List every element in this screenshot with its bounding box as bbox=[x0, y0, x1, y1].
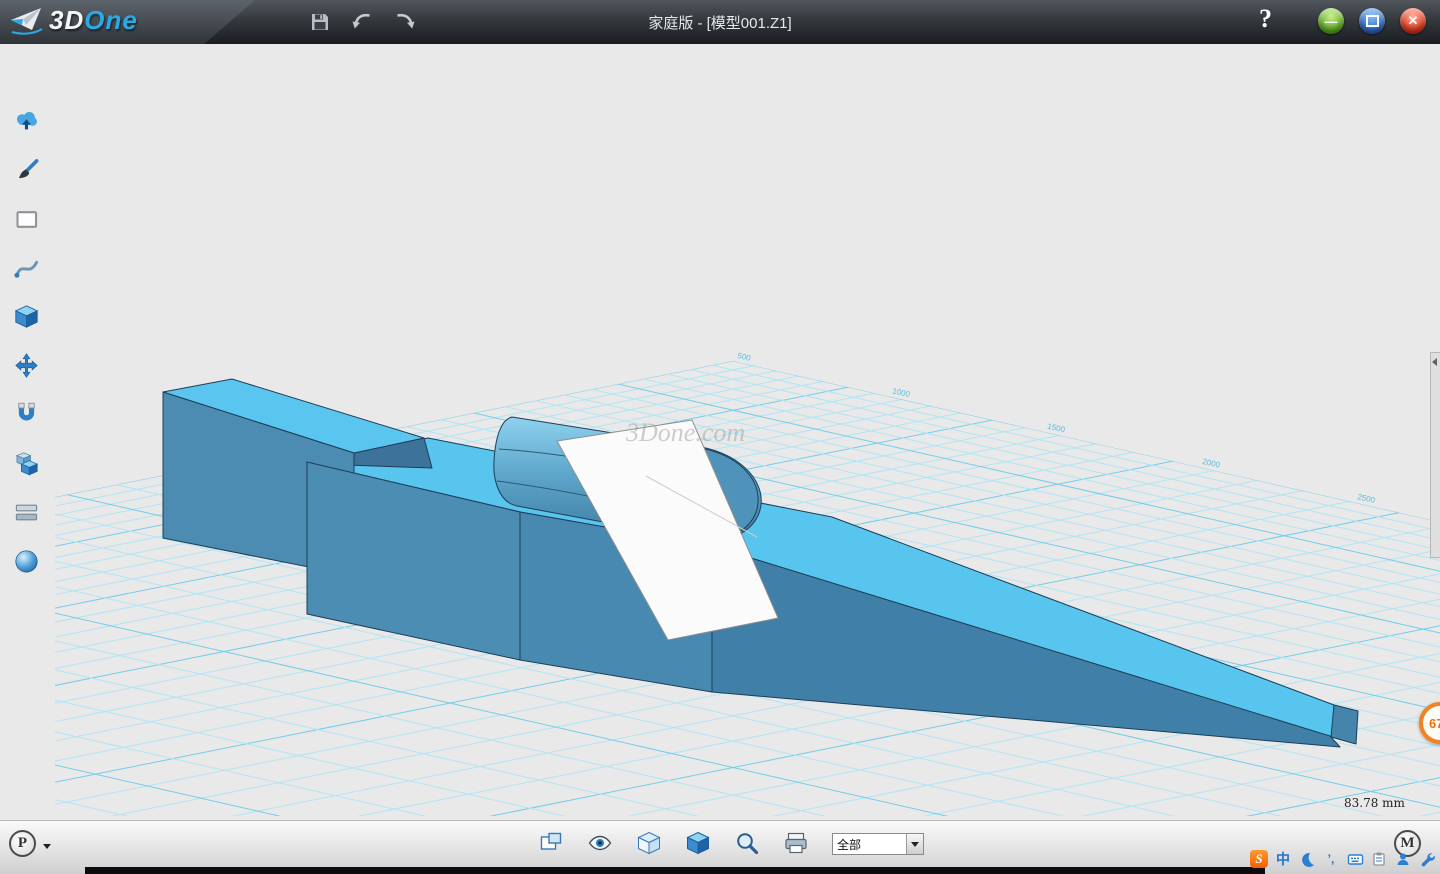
solid-cube-icon bbox=[13, 303, 40, 330]
clipboard-icon[interactable] bbox=[1370, 850, 1388, 868]
grid-scale-label: 500 bbox=[737, 351, 753, 363]
dimension-label: 83.78 mm bbox=[1344, 796, 1405, 810]
bow-cap-face[interactable] bbox=[1331, 705, 1358, 744]
sketch-button[interactable] bbox=[13, 206, 40, 233]
display-filter-select[interactable]: 全部 bbox=[832, 833, 924, 855]
save-button[interactable] bbox=[305, 8, 335, 36]
boat-model[interactable] bbox=[163, 379, 1358, 747]
app-logo: 3DOne bbox=[10, 5, 138, 36]
magnifier-icon bbox=[734, 830, 760, 856]
grid-scale-label: 1500 bbox=[1047, 422, 1067, 435]
paint-brush-icon bbox=[13, 157, 40, 184]
combine-cubes-icon bbox=[13, 450, 40, 477]
move-arrows-icon bbox=[13, 352, 40, 379]
half-moon-icon[interactable] bbox=[1298, 850, 1316, 868]
left-toolbar bbox=[0, 44, 52, 820]
chevron-down-icon bbox=[911, 842, 919, 847]
grid-scale-label: 2500 bbox=[1357, 492, 1377, 505]
zoom-button[interactable] bbox=[734, 830, 760, 856]
sketch-rectangle-icon bbox=[13, 206, 40, 233]
bottom-toolbar: P bbox=[0, 820, 1440, 874]
cloud-model-icon bbox=[13, 108, 40, 135]
edit-curve-button[interactable] bbox=[13, 255, 40, 282]
magnet-snap-button[interactable] bbox=[13, 401, 40, 428]
wireframe-cube-icon bbox=[636, 830, 662, 856]
display-filter-dropdown-button[interactable] bbox=[906, 834, 923, 854]
chevron-left-icon bbox=[1432, 358, 1437, 366]
close-button[interactable]: ✕ bbox=[1400, 8, 1426, 34]
magnet-icon bbox=[13, 401, 40, 428]
section-measure-icon bbox=[13, 499, 40, 526]
brand-text: 3DOne bbox=[49, 5, 138, 36]
taskbar-strip[interactable] bbox=[85, 867, 1265, 874]
viewport-canvas[interactable]: 500 1000 1500 2000 2500 bbox=[0, 0, 1440, 874]
punctuation-icon[interactable]: ’, bbox=[1322, 850, 1340, 868]
help-button[interactable]: ? bbox=[1259, 4, 1272, 34]
shaded-cube-icon bbox=[685, 830, 711, 856]
save-icon bbox=[308, 10, 332, 34]
part-navigator-button[interactable]: P bbox=[9, 830, 36, 857]
maximize-button[interactable] bbox=[1359, 8, 1385, 34]
section-measure-button[interactable] bbox=[13, 499, 40, 526]
minimize-button[interactable]: — bbox=[1318, 8, 1344, 34]
brand-one: One bbox=[84, 5, 138, 35]
redo-icon bbox=[392, 10, 416, 34]
view-controls: 全部 bbox=[538, 830, 924, 856]
move-button[interactable] bbox=[13, 352, 40, 379]
paper-plane-icon bbox=[10, 6, 44, 36]
wireframe-view-button[interactable] bbox=[636, 830, 662, 856]
material-sphere-icon bbox=[13, 548, 40, 575]
grid-scale-label: 1000 bbox=[892, 386, 912, 399]
app-window: 5001000150020002500 3Done.com 83.78 mm 6… bbox=[0, 0, 1440, 874]
hull-front-bow-face[interactable] bbox=[712, 546, 1340, 747]
input-method-tray: S 中 ’, bbox=[1250, 850, 1436, 868]
material-sphere-button[interactable] bbox=[13, 548, 40, 575]
undo-icon bbox=[351, 10, 375, 34]
soft-keyboard-icon[interactable] bbox=[1346, 850, 1364, 868]
right-panel-expander[interactable] bbox=[1430, 352, 1440, 558]
wrench-settings-icon[interactable] bbox=[1418, 850, 1436, 868]
redo-button[interactable] bbox=[389, 8, 419, 36]
solid-cube-button[interactable] bbox=[13, 303, 40, 330]
paint-brush-button[interactable] bbox=[13, 157, 40, 184]
grid-scale-label: 2000 bbox=[1202, 457, 1222, 470]
plane-display-icon bbox=[538, 830, 564, 856]
part-navigator-caret[interactable] bbox=[43, 844, 51, 849]
sogou-logo-icon[interactable]: S bbox=[1250, 850, 1268, 868]
brand-3d: 3D bbox=[49, 5, 84, 35]
cloud-model-button[interactable] bbox=[13, 108, 40, 135]
edit-curve-icon bbox=[13, 255, 40, 282]
chinese-mode-icon[interactable]: 中 bbox=[1274, 850, 1292, 868]
undo-button[interactable] bbox=[348, 8, 378, 36]
combine-solids-button[interactable] bbox=[13, 450, 40, 477]
display-filter-value: 全部 bbox=[833, 836, 906, 853]
print-button[interactable] bbox=[783, 830, 809, 856]
plane-display-button[interactable] bbox=[538, 830, 564, 856]
titlebar: 3DOne 家庭版 - [模型001.Z1] ? — bbox=[0, 0, 1440, 44]
visibility-button[interactable] bbox=[587, 830, 613, 856]
maximize-icon bbox=[1366, 15, 1379, 27]
eye-icon bbox=[587, 830, 613, 856]
shaded-view-button[interactable] bbox=[685, 830, 711, 856]
account-icon[interactable] bbox=[1394, 850, 1412, 868]
printer-icon bbox=[783, 830, 809, 856]
